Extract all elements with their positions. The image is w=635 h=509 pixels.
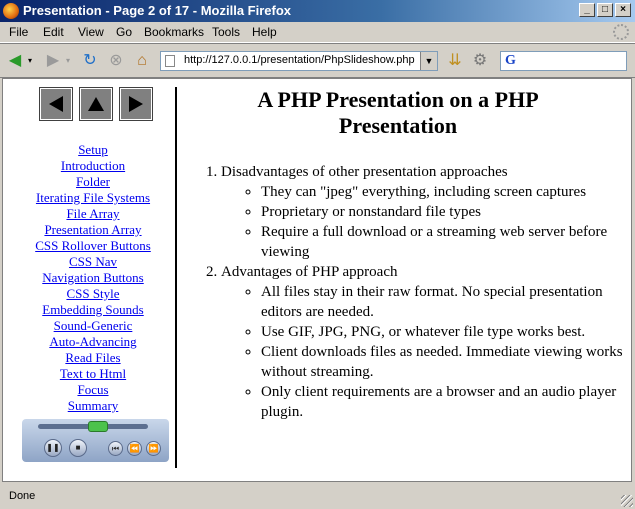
window-title: Presentation - Page 2 of 17 - Mozilla Fi… (23, 3, 292, 18)
skip-back-icon[interactable]: ⏮ (108, 441, 123, 456)
sidebar-link-folder[interactable]: Folder (23, 174, 163, 190)
sidebar-link-iterating-file-systems[interactable]: Iterating File Systems (23, 190, 163, 206)
menu-file[interactable]: File (9, 25, 28, 39)
sidebar-link-summary[interactable]: Summary (23, 398, 163, 414)
up-arrow-button[interactable] (79, 87, 113, 121)
stop-playback-icon[interactable]: ■ (69, 439, 87, 457)
minimize-button[interactable]: _ (579, 3, 595, 17)
maximize-button[interactable]: □ (597, 3, 613, 17)
sidebar-link-auto-advancing[interactable]: Auto-Advancing (23, 334, 163, 350)
bullet-item: Require a full download or a streaming w… (261, 222, 629, 262)
status-bar: Done (0, 485, 635, 509)
bullet-item: All files stay in their raw format. No s… (261, 282, 629, 322)
sidebar-link-css-style[interactable]: CSS Style (23, 286, 163, 302)
content-divider (175, 87, 177, 468)
sidebar-link-file-array[interactable]: File Array (23, 206, 163, 222)
navigation-toolbar: ◀ ▾ ▶ ▾ ↻ ⊗ ⌂ http://127.0.0.1/presentat… (0, 43, 635, 78)
seek-thumb[interactable] (88, 421, 108, 432)
previous-arrow-button[interactable] (39, 87, 73, 121)
slide-title: A PHP Presentation on a PHP Presentation (257, 87, 539, 138)
close-button[interactable]: × (615, 3, 631, 17)
firefox-icon (3, 3, 19, 19)
next-arrow-button[interactable] (119, 87, 153, 121)
sidebar-link-presentation-array[interactable]: Presentation Array (23, 222, 163, 238)
section-item: Disadvantages of other presentation appr… (221, 162, 629, 262)
slide-nav-arrows (39, 87, 153, 121)
bullet-item: Client downloads files as needed. Immedi… (261, 342, 629, 382)
sidebar-link-navigation-buttons[interactable]: Navigation Buttons (23, 270, 163, 286)
status-text: Done (9, 490, 36, 502)
url-text[interactable]: http://127.0.0.1/presentation/PhpSlidesh… (184, 54, 420, 66)
bullet-item: They can "jpeg" everything, including sc… (261, 182, 629, 202)
section-item: Advantages of PHP approach All files stay… (221, 262, 629, 422)
menu-tools[interactable]: Tools (212, 25, 240, 39)
arrow-right-icon (129, 96, 143, 112)
activity-throbber-icon (613, 24, 629, 40)
resize-grip[interactable] (621, 495, 633, 507)
bullet-item: Only client requirements are a browser a… (261, 382, 629, 422)
menu-help[interactable]: Help (252, 25, 277, 39)
rewind-icon[interactable]: ⏪ (127, 441, 142, 456)
settings-gear-icon[interactable]: ⚙ (470, 50, 490, 72)
arrow-left-icon (49, 96, 63, 112)
sidebar-link-read-files[interactable]: Read Files (23, 350, 163, 366)
slide-body: Disadvantages of other presentation appr… (199, 162, 629, 422)
sidebar-link-css-rollover-buttons[interactable]: CSS Rollover Buttons (23, 238, 163, 254)
bullet-list: They can "jpeg" everything, including sc… (221, 182, 629, 262)
audio-player: ❚❚ ■ ⏮ ⏪ ⏩ (22, 419, 169, 462)
menu-bar: File Edit View Go Bookmarks Tools Help (0, 22, 635, 43)
forward-icon[interactable]: ▶ (44, 50, 62, 72)
section-heading: Advantages of PHP approach (221, 264, 398, 280)
sidebar-link-focus[interactable]: Focus (23, 382, 163, 398)
sidebar-link-css-nav[interactable]: CSS Nav (23, 254, 163, 270)
back-dropdown-icon[interactable]: ▾ (25, 50, 35, 72)
search-engine-icon[interactable]: G (505, 53, 516, 69)
bullet-item: Use GIF, JPG, PNG, or whatever file type… (261, 322, 629, 342)
sidebar-link-embedding-sounds[interactable]: Embedding Sounds (23, 302, 163, 318)
sidebar-link-text-to-html[interactable]: Text to Html (23, 366, 163, 382)
slide-index-links: Setup Introduction Folder Iterating File Sy… (23, 142, 163, 414)
sidebar-link-introduction[interactable]: Introduction (23, 158, 163, 174)
bullet-item: Proprietary or nonstandard file types (261, 202, 629, 222)
page-icon (165, 55, 175, 67)
back-icon[interactable]: ◀ (6, 50, 24, 72)
fast-forward-icon[interactable]: ⏩ (146, 441, 161, 456)
bullet-list: All files stay in their raw format. No s… (221, 282, 629, 422)
section-list: Disadvantages of other presentation appr… (199, 162, 629, 422)
download-icon[interactable]: ⇊ (445, 50, 465, 72)
menu-go[interactable]: Go (116, 25, 132, 39)
menu-view[interactable]: View (78, 25, 104, 39)
sidebar-link-setup[interactable]: Setup (23, 142, 163, 158)
pause-icon[interactable]: ❚❚ (44, 439, 62, 457)
window-controls: _ □ × (579, 3, 631, 17)
url-dropdown-icon[interactable]: ▼ (420, 52, 437, 70)
arrow-up-icon (88, 97, 104, 111)
stop-icon[interactable]: ⊗ (106, 50, 126, 72)
forward-dropdown-icon[interactable]: ▾ (63, 50, 73, 72)
search-box[interactable]: G (500, 51, 627, 71)
page-content: Setup Introduction Folder Iterating File Sy… (2, 78, 632, 482)
title-bar: Presentation - Page 2 of 17 - Mozilla Fi… (0, 0, 635, 22)
home-icon[interactable]: ⌂ (132, 50, 152, 72)
menu-edit[interactable]: Edit (43, 25, 64, 39)
address-bar[interactable]: http://127.0.0.1/presentation/PhpSlidesh… (160, 51, 438, 71)
menu-bookmarks[interactable]: Bookmarks (144, 25, 204, 39)
sidebar-link-sound-generic[interactable]: Sound-Generic (23, 318, 163, 334)
reload-icon[interactable]: ↻ (80, 50, 100, 72)
section-heading: Disadvantages of other presentation appr… (221, 164, 508, 180)
